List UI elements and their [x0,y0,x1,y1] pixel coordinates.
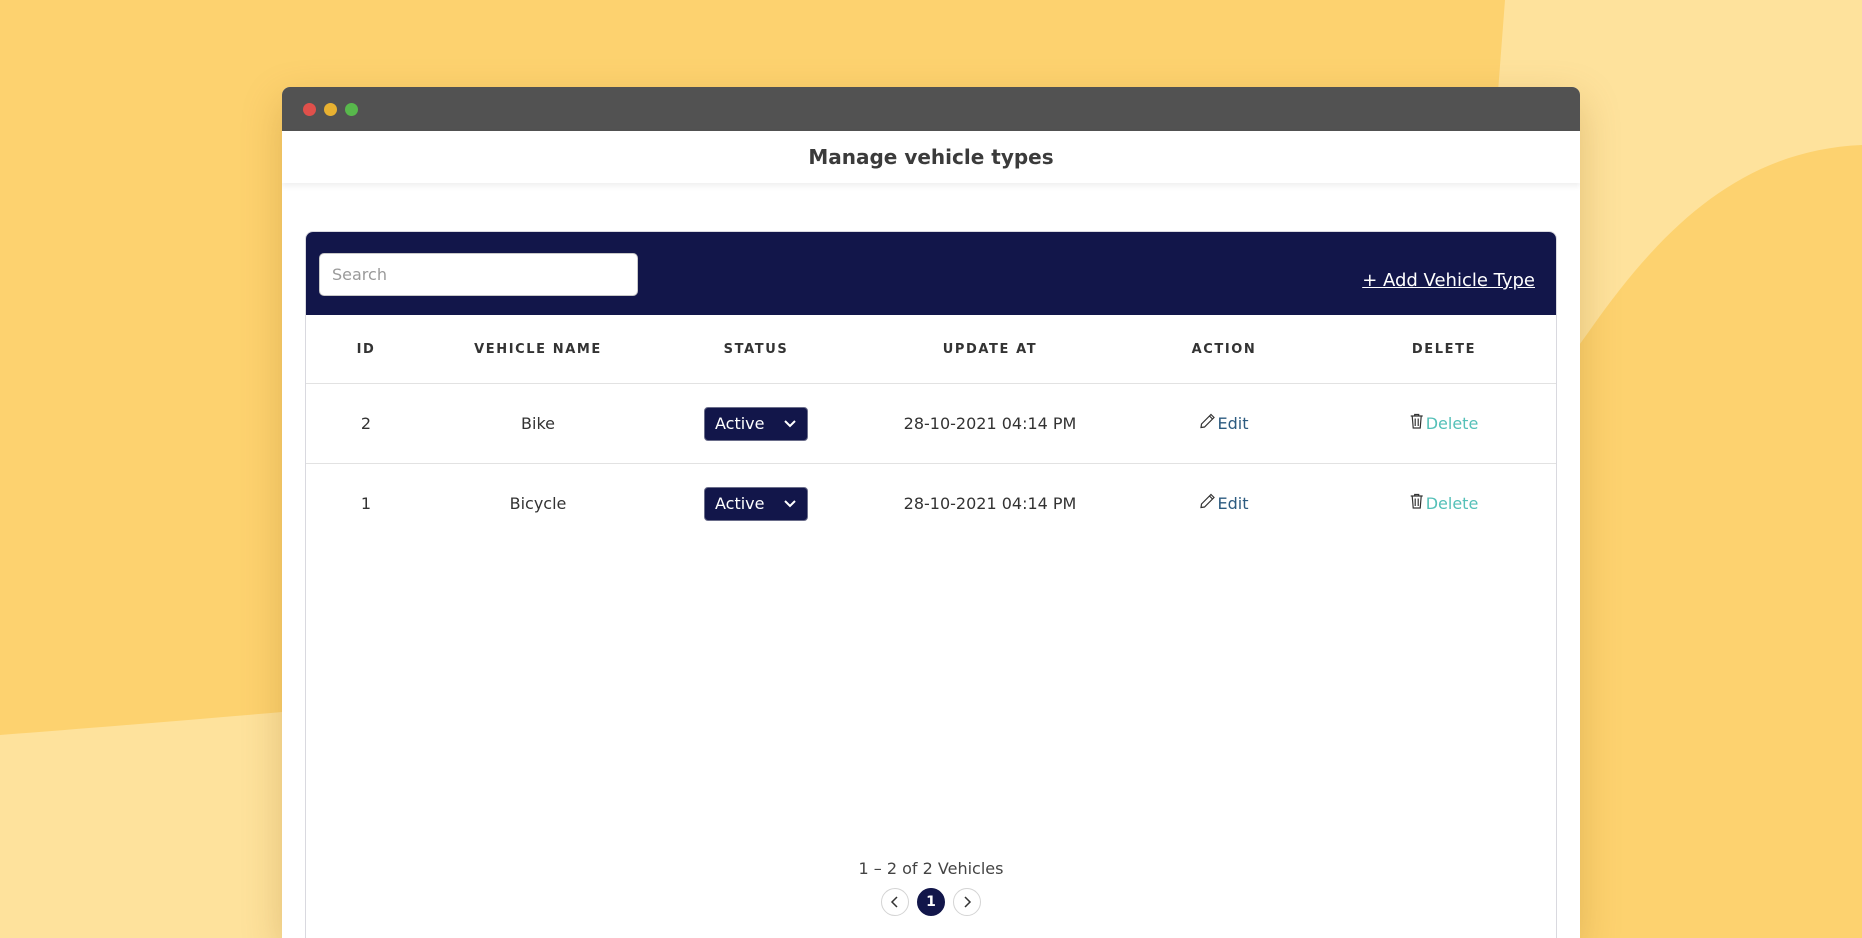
edit-label: Edit [1217,494,1249,514]
trash-icon [1410,413,1423,429]
cell-update-at: 28-10-2021 04:14 PM [903,494,1077,513]
edit-label: Edit [1217,414,1249,434]
chevron-left-icon [890,896,898,908]
status-select-value: Active [715,414,765,433]
page-button-current[interactable]: 1 [917,888,945,916]
browser-window: Manage vehicle types + Add Vehicle Type … [282,87,1580,938]
previous-page-button[interactable] [881,888,909,916]
add-vehicle-type-link[interactable]: + Add Vehicle Type [1362,270,1535,291]
column-header-id: ID [356,341,376,357]
vehicle-types-card: + Add Vehicle Type ID VEHICLE NAME STATU… [305,231,1557,938]
column-header-vehicle-name: VEHICLE NAME [474,341,602,357]
edit-link[interactable]: Edit [1200,413,1249,434]
column-header-action: ACTION [1191,341,1257,357]
table-row: 2 Bike Active 28-10-2021 04:14 PM Edit D… [306,384,1556,464]
cell-id: 2 [360,414,372,433]
pencil-icon [1200,413,1215,428]
status-select[interactable]: Active [704,486,808,521]
column-header-delete: DELETE [1411,341,1477,357]
cell-vehicle-name: Bicycle [509,494,567,513]
pencil-icon [1200,493,1215,508]
card-toolbar: + Add Vehicle Type [306,232,1556,315]
chevron-down-icon [784,419,796,427]
delete-label: Delete [1425,414,1479,434]
cell-vehicle-name: Bike [521,414,555,433]
search-input[interactable] [319,253,638,296]
delete-link[interactable]: Delete [1410,413,1479,434]
chevron-down-icon [784,499,796,507]
window-titlebar [282,87,1580,131]
minimize-window-dot[interactable] [324,103,337,116]
page-title: Manage vehicle types [282,131,1580,183]
cell-id: 1 [360,494,372,513]
maximize-window-dot[interactable] [345,103,358,116]
table-header-row: ID VEHICLE NAME STATUS UPDATE AT ACTION … [306,315,1556,384]
table-row: 1 Bicycle Active 28-10-2021 04:14 PM Edi… [306,464,1556,543]
delete-label: Delete [1425,494,1479,514]
pagination: 1 [306,888,1556,916]
close-window-dot[interactable] [303,103,316,116]
delete-link[interactable]: Delete [1410,493,1479,514]
trash-icon [1410,493,1423,509]
column-header-update-at: UPDATE AT [942,341,1038,357]
pagination-summary: 1 – 2 of 2 Vehicles [858,859,1004,878]
column-header-status: STATUS [723,341,789,357]
status-select-value: Active [715,494,765,513]
next-page-button[interactable] [953,888,981,916]
edit-link[interactable]: Edit [1200,493,1249,514]
status-select[interactable]: Active [704,406,808,441]
cell-update-at: 28-10-2021 04:14 PM [903,414,1077,433]
chevron-right-icon [964,896,972,908]
